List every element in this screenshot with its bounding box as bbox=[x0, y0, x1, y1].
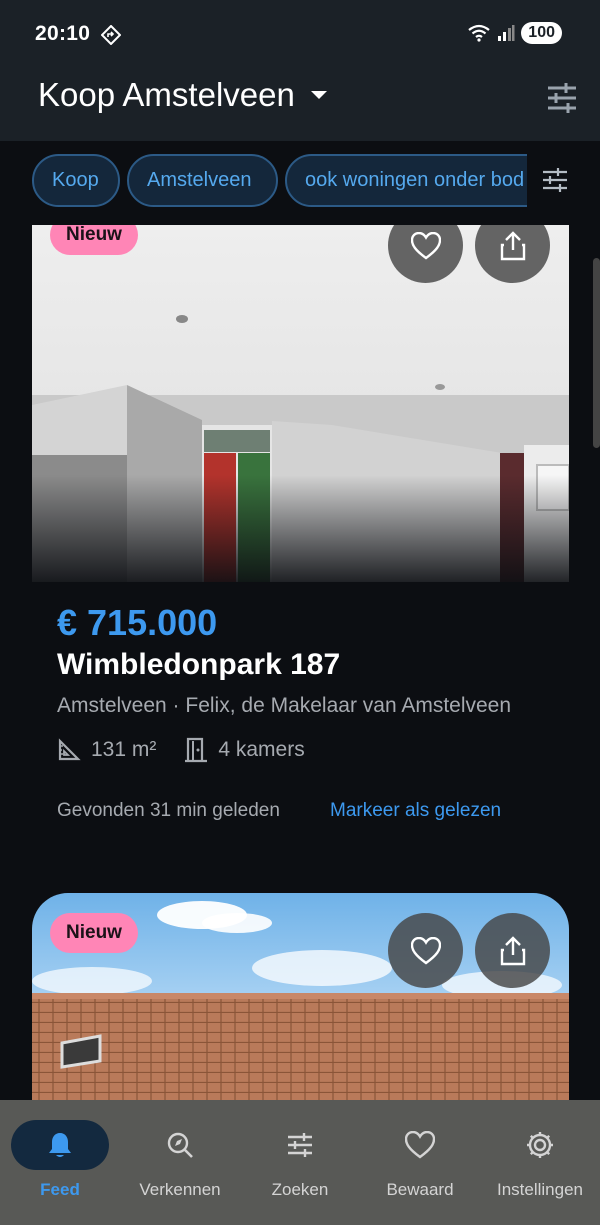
favorite-button[interactable] bbox=[388, 913, 463, 988]
top-app-bar: 20:10 100 Koop Amstelveen bbox=[0, 0, 600, 141]
nav-label: Zoeken bbox=[271, 1180, 329, 1199]
bottom-navigation: Feed Verkennen Zoeken Bewaard Instelling… bbox=[0, 1100, 600, 1225]
chevron-down-icon bbox=[310, 91, 327, 99]
nav-zoeken[interactable]: Zoeken bbox=[240, 1100, 360, 1225]
new-badge: Nieuw bbox=[50, 225, 138, 255]
nav-feed[interactable]: Feed bbox=[0, 1100, 120, 1225]
found-timestamp: Gevonden 31 min geleden bbox=[57, 800, 280, 821]
filter-sliders-icon[interactable] bbox=[541, 166, 569, 194]
listing-features: 131 m² 4 kamers bbox=[57, 737, 333, 763]
mark-read-link[interactable]: Markeer als gelezen bbox=[330, 800, 501, 822]
rooms-value: 4 kamers bbox=[218, 738, 305, 761]
location-diamond-icon bbox=[101, 25, 121, 45]
door-icon bbox=[185, 737, 208, 763]
nav-label: Verkennen bbox=[139, 1180, 221, 1199]
chip-onder-bod[interactable]: ook woningen onder bod bbox=[285, 154, 555, 207]
heart-icon bbox=[410, 936, 441, 964]
heart-icon bbox=[405, 1131, 435, 1159]
rooms-feature: 4 kamers bbox=[184, 737, 305, 763]
new-badge: Nieuw bbox=[50, 913, 138, 953]
page-title: Koop Amstelveen bbox=[38, 76, 295, 113]
share-icon bbox=[500, 935, 525, 965]
status-time: 20:10 bbox=[35, 22, 91, 45]
scrollbar[interactable] bbox=[593, 258, 600, 448]
area-value: 131 m² bbox=[91, 738, 157, 761]
nav-bewaard[interactable]: Bewaard bbox=[360, 1100, 480, 1225]
nav-label: Instellingen bbox=[496, 1180, 583, 1199]
share-icon bbox=[500, 230, 525, 260]
nav-icon-wrap bbox=[131, 1120, 229, 1170]
tune-icon bbox=[288, 1133, 312, 1157]
chip-amstelveen[interactable]: Amstelveen bbox=[127, 154, 278, 207]
nav-active-indicator bbox=[11, 1120, 109, 1170]
bell-icon bbox=[49, 1133, 71, 1157]
chip-koop[interactable]: Koop bbox=[32, 154, 120, 207]
wifi-icon bbox=[468, 24, 490, 42]
gear-icon bbox=[527, 1132, 553, 1158]
share-button[interactable] bbox=[475, 913, 550, 988]
nav-verkennen[interactable]: Verkennen bbox=[120, 1100, 240, 1225]
ruler-triangle-icon bbox=[58, 738, 81, 761]
nav-icon-wrap bbox=[251, 1120, 349, 1170]
area-feature: 131 m² bbox=[57, 738, 156, 762]
explore-icon bbox=[167, 1132, 193, 1158]
heart-icon bbox=[410, 231, 441, 259]
nav-icon-wrap bbox=[371, 1120, 469, 1170]
listing-price: € 715.000 bbox=[57, 602, 218, 643]
app-screen: 20:10 100 Koop Amstelveen Koop Amstelvee… bbox=[0, 0, 600, 1225]
nav-label: Feed bbox=[40, 1180, 80, 1199]
filter-chips-row: Koop Amstelveen ook woningen onder bod bbox=[0, 141, 600, 225]
nav-icon-wrap bbox=[491, 1120, 589, 1170]
interior-photo bbox=[32, 225, 569, 582]
status-icons: 100 bbox=[467, 22, 562, 44]
signal-icon bbox=[498, 25, 515, 41]
nav-instellingen[interactable]: Instellingen bbox=[480, 1100, 600, 1225]
battery-indicator: 100 bbox=[521, 22, 562, 44]
location-dropdown[interactable]: Koop Amstelveen bbox=[38, 76, 327, 114]
listing-photo[interactable]: Nieuw bbox=[32, 225, 569, 582]
nav-label: Bewaard bbox=[386, 1180, 454, 1199]
listing-address[interactable]: Wimbledonpark 187 bbox=[57, 648, 340, 682]
listing-photo[interactable]: Nieuw bbox=[32, 893, 569, 1100]
filter-sliders-icon[interactable] bbox=[546, 82, 578, 114]
listing-meta: Amstelveen · Felix, de Makelaar van Amst… bbox=[57, 694, 512, 717]
